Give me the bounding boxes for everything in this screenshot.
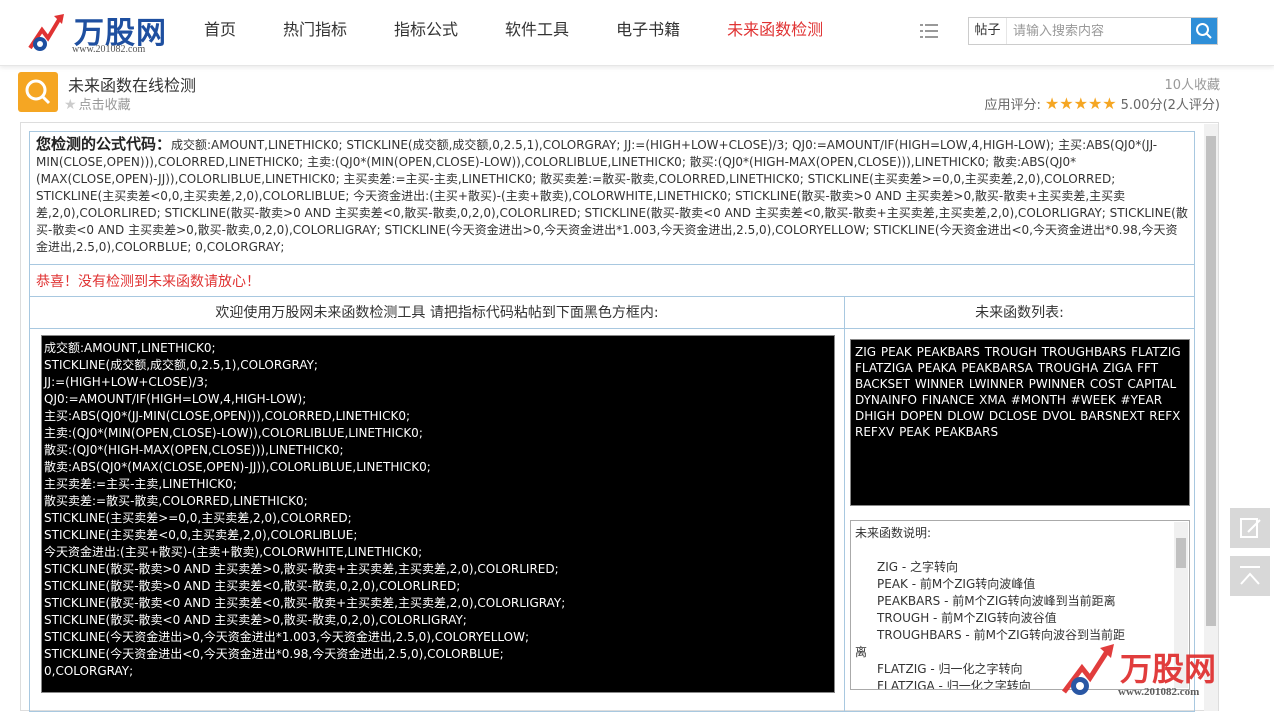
logo-url: www.201082.com [72,44,146,55]
site-logo[interactable]: 万股网 www.201082.com [24,6,184,62]
nav-home[interactable]: 首页 [204,20,236,42]
desc-scroll-thumb[interactable] [1176,538,1186,568]
result-notice: 恭喜！没有检测到未来函数请放心！ [29,265,1195,297]
nav-indicator-formulas[interactable]: 指标公式 [394,20,458,42]
code-line: STICKLINE(今天资金进出>0,今天资金进出*1.003,今天资金进出,2… [44,630,530,644]
code-line: QJ0:=AMOUNT/IF(HIGH=LOW,4,HIGH-LOW); [44,392,307,406]
page-scrollbar[interactable] [1204,124,1218,711]
desc-item: PEAKBARS - 前M个ZIG转向波峰到当前距离 [877,594,1116,608]
code-line: 主买卖差:=主买-主卖,LINETHICK0; [44,477,237,491]
edit-icon [1240,518,1261,538]
logo-bull-icon [1062,644,1114,695]
desc-item: PEAK - 前M个ZIG转向波峰值 [877,577,1036,591]
code-line: 散买:(QJ0*(HIGH-MAX(OPEN,CLOSE))),LINETHIC… [44,443,344,457]
list-menu-icon[interactable] [920,22,938,40]
checked-formula-box: 您检测的公式代码：成交额:AMOUNT,LINETHICK0; STICKLIN… [29,131,1195,265]
search-input[interactable] [1007,18,1191,44]
arrow-up-icon [1240,566,1260,585]
feedback-button[interactable] [1230,508,1270,548]
code-line: 今天资金进出:(主买+散买)-(主卖+散卖),COLORWHITE,LINETH… [44,545,423,559]
code-line: 散卖:ABS(QJ0*(MAX(CLOSE,OPEN)-JJ)),COLORLI… [44,460,431,474]
watermark-text: 万股网 [1120,650,1217,688]
code-line: STICKLINE(主买卖差<0,0,主买卖差,2,0),COLORLIBLUE… [44,528,358,542]
code-input-header: 欢迎使用万股网未来函数检测工具 请把指标代码粘帖到下面黑色方框内: [29,297,845,329]
nav-software-tools[interactable]: 软件工具 [505,20,569,42]
desc-item: ZIG - 之字转向 [877,560,959,574]
code-textarea[interactable]: 成交额:AMOUNT,LINETHICK0; STICKLINE(成交额,成交额,… [41,335,835,693]
page-title: 未来函数在线检测 [68,76,197,95]
code-line: 0,COLORGRAY; [44,664,134,678]
code-line: STICKLINE(散买-散卖<0 AND 主买卖差>0,散买-散卖,0,2,0… [44,613,467,627]
nav-hot-indicators[interactable]: 热门指标 [283,20,347,42]
desc-title: 未来函数说明: [855,526,932,540]
formula-label: 您检测的公式代码： [36,135,172,153]
magnifier-tool-icon [18,72,58,112]
code-line: 散买卖差:=散买-散卖,COLORRED,LINETHICK0; [44,494,308,508]
search-icon [1196,23,1212,39]
code-line: 主买:ABS(QJ0*(JJ-MIN(CLOSE,OPEN))),COLORRE… [44,409,411,423]
favorite-label: 点击收藏 [78,98,131,113]
favorite-count: 10人收藏 [1164,78,1220,93]
code-line: 主卖:(QJ0*(MIN(OPEN,CLOSE)-LOW)),COLORLIBL… [44,426,423,440]
checker-panel: 您检测的公式代码：成交额:AMOUNT,LINETHICK0; STICKLIN… [20,122,1219,712]
code-input-section: 成交额:AMOUNT,LINETHICK0; STICKLINE(成交额,成交额,… [29,329,845,712]
rating-label: 应用评分: [984,98,1041,113]
watermark-url: www.201082.com [1118,686,1200,698]
code-line: STICKLINE(主买卖差>=0,0,主买卖差,2,0),COLORRED; [44,511,352,525]
watermark-logo: 万股网 www.201082.com [1058,640,1248,706]
future-list-header: 未来函数列表: [844,297,1195,329]
nav-future-function-check[interactable]: 未来函数检测 [727,20,823,42]
formula-text: 成交额:AMOUNT,LINETHICK0; STICKLINE(成交额,成交额… [36,138,1188,254]
logo-bull-icon [28,14,64,51]
code-line: JJ:=(HIGH+LOW+CLOSE)/3; [44,375,209,389]
code-line: STICKLINE(今天资金进出<0,今天资金进出*0.98,今天资金进出,2.… [44,647,504,661]
rating-score: 5.00分(2人评分) [1120,98,1220,113]
code-line: STICKLINE(散买-散卖<0 AND 主买卖差<0,散买-散卖+主买卖差,… [44,596,566,610]
future-function-list[interactable]: ZIG PEAK PEAKBARS TROUGH TROUGHBARS FLAT… [850,339,1190,506]
code-line: STICKLINE(散买-散卖>0 AND 主买卖差<0,散买-散卖,0,2,0… [44,579,461,593]
favorite-link[interactable]: ★ 点击收藏 [64,94,131,113]
search-button[interactable] [1191,18,1217,44]
rating-stars-icon[interactable]: ★★★★★ [1045,94,1117,113]
star-icon: ★ [64,97,77,113]
tool-titlebar: 未来函数在线检测 ★ 点击收藏 10人收藏 应用评分: ★★★★★ 5.00分(2… [18,70,1220,118]
rating: 应用评分: ★★★★★ 5.00分(2人评分) [985,94,1220,113]
search-box: 帖子 [968,17,1218,45]
code-line: 成交额:AMOUNT,LINETHICK0; [44,341,216,355]
desc-item: TROUGH - 前M个ZIG转向波谷值 [877,611,1057,625]
page-scroll-thumb[interactable] [1206,136,1216,626]
code-line: STICKLINE(成交额,成交额,0,2.5,1),COLORGRAY; [44,358,318,372]
main-nav: 首页 热门指标 指标公式 软件工具 电子书籍 未来函数检测 [204,20,870,42]
code-line: STICKLINE(散买-散卖>0 AND 主买卖差>0,散买-散卖+主买卖差,… [44,562,559,576]
back-to-top-button[interactable] [1230,556,1270,596]
nav-ebooks[interactable]: 电子书籍 [616,20,680,42]
site-header: 万股网 www.201082.com 首页 热门指标 指标公式 软件工具 电子书… [0,0,1274,66]
search-category-select[interactable]: 帖子 [969,18,1007,44]
